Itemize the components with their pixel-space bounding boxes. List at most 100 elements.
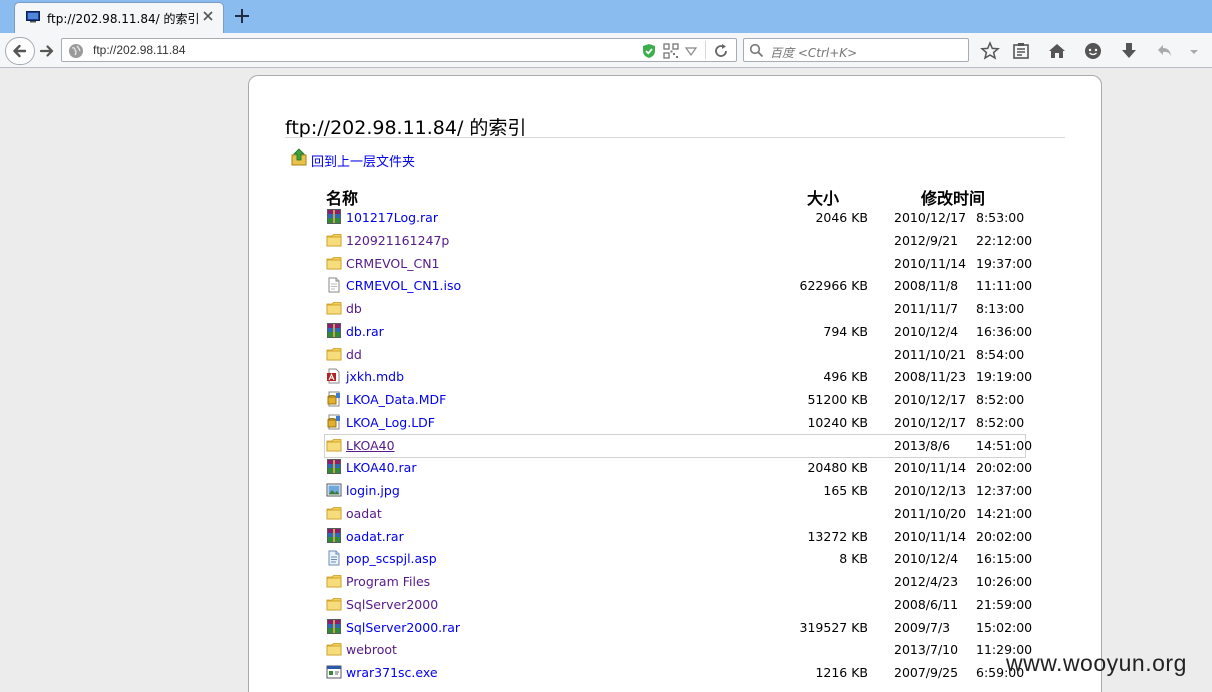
folder-icon[interactable]: [326, 437, 342, 453]
globe-icon: [69, 44, 83, 58]
dropdown-triangle-icon[interactable]: [684, 44, 698, 58]
back-button[interactable]: [5, 37, 35, 65]
file-name-link[interactable]: LKOA40: [346, 438, 395, 453]
generic-file-icon[interactable]: [326, 277, 342, 293]
file-name-link[interactable]: SqlServer2000.rar: [346, 620, 460, 635]
file-row[interactable]: CRMEVOL_CN1 2010/11/14 19:37:00: [325, 253, 1032, 275]
file-row[interactable]: 120921161247p 2012/9/21 22:12:00: [325, 230, 1032, 252]
file-name-link[interactable]: LKOA40.rar: [346, 460, 416, 475]
file-date: 2013/8/6: [894, 438, 951, 453]
access-db-icon[interactable]: [326, 368, 342, 384]
file-time: 14:51:00: [976, 438, 1033, 453]
folder-icon[interactable]: [326, 641, 342, 657]
column-header-modified[interactable]: 修改时间: [921, 185, 985, 209]
rar-archive-icon[interactable]: [326, 619, 342, 635]
parent-directory-label[interactable]: 回到上一层文件夹: [311, 151, 415, 170]
rar-archive-icon[interactable]: [326, 323, 342, 339]
file-name-link[interactable]: oadat: [346, 506, 382, 521]
rar-archive-icon[interactable]: [326, 459, 342, 475]
file-date: 2013/7/10: [894, 642, 959, 657]
file-row[interactable]: dd 2011/10/21 8:54:00: [325, 344, 1025, 366]
folder-icon[interactable]: [326, 255, 342, 271]
url-text[interactable]: ftp://202.98.11.84: [93, 43, 186, 57]
file-name-link[interactable]: pop_scspjl.asp: [346, 551, 437, 566]
undo-icon[interactable]: [1155, 41, 1175, 61]
close-tab-icon[interactable]: [200, 8, 216, 24]
rar-archive-icon[interactable]: [326, 528, 342, 544]
active-tab[interactable]: ftp://202.98.11.84/ 的索引: [14, 2, 224, 33]
url-bar[interactable]: ftp://202.98.11.84: [61, 38, 737, 62]
file-name-link[interactable]: webroot: [346, 642, 397, 657]
file-row[interactable]: LKOA_Log.LDF 10240 KB 2010/12/17 8:52:00: [325, 412, 1025, 434]
file-name-link[interactable]: dd: [346, 347, 362, 362]
menu-dropdown-icon[interactable]: [1184, 41, 1204, 61]
file-date: 2012/9/21: [894, 233, 959, 248]
database-file-icon[interactable]: [326, 414, 342, 430]
search-bar[interactable]: 百度 <Ctrl+K>: [743, 38, 969, 62]
reload-icon[interactable]: [713, 43, 729, 59]
new-tab-icon[interactable]: [232, 6, 252, 26]
file-time: 21:59:00: [976, 597, 1033, 612]
file-row[interactable]: db 2011/11/7 8:13:00: [325, 298, 1025, 320]
file-name-link[interactable]: db.rar: [346, 324, 384, 339]
rar-archive-icon[interactable]: [326, 209, 342, 225]
file-row[interactable]: LKOA40 2013/8/6 14:51:00: [324, 434, 1032, 458]
exe-file-icon[interactable]: [326, 664, 342, 680]
file-row[interactable]: CRMEVOL_CN1.iso 622966 KB 2008/11/8 11:11:0…: [325, 275, 1032, 297]
file-date: 2008/11/23: [894, 369, 967, 384]
folder-icon[interactable]: [326, 346, 342, 362]
file-name-link[interactable]: LKOA_Data.MDF: [346, 392, 446, 407]
file-name-link[interactable]: CRMEVOL_CN1.iso: [346, 278, 461, 293]
shield-icon[interactable]: [641, 43, 657, 59]
folder-icon[interactable]: [326, 300, 342, 316]
file-name-link[interactable]: db: [346, 301, 362, 316]
file-row[interactable]: LKOA40.rar 20480 KB 2010/11/14 20:02:00: [325, 457, 1032, 479]
file-row[interactable]: LKOA_Data.MDF 51200 KB 2010/12/17 8:52:00: [325, 389, 1025, 411]
file-name-link[interactable]: 101217Log.rar: [346, 210, 438, 225]
file-row[interactable]: SqlServer2000.rar 319527 KB 2009/7/3 15:02:…: [325, 617, 1032, 639]
chat-face-icon[interactable]: [1083, 41, 1103, 61]
file-size: 51200 KB: [807, 392, 868, 407]
reading-list-icon[interactable]: [1011, 41, 1031, 61]
file-row[interactable]: login.jpg 165 KB 2010/12/13 12:37:00: [325, 480, 1032, 502]
file-name-link[interactable]: wrar371sc.exe: [346, 665, 438, 680]
file-time: 8:52:00: [976, 392, 1025, 407]
file-row[interactable]: webroot 2013/7/10 11:29:00: [325, 639, 1032, 661]
column-header-size[interactable]: 大小: [807, 185, 839, 209]
column-header-name[interactable]: 名称: [326, 185, 358, 209]
file-row[interactable]: jxkh.mdb 496 KB 2008/11/23 19:19:00: [325, 366, 1032, 388]
file-row[interactable]: SqlServer2000 2008/6/11 21:59:00: [325, 594, 1032, 616]
folder-icon[interactable]: [326, 596, 342, 612]
file-date: 2010/11/14: [894, 460, 967, 475]
folder-icon[interactable]: [326, 505, 342, 521]
home-icon[interactable]: [1047, 41, 1067, 61]
folder-icon[interactable]: [326, 573, 342, 589]
file-row[interactable]: pop_scspjl.asp 8 KB 2010/12/4 16:15:00: [325, 548, 1032, 570]
file-row[interactable]: oadat.rar 13272 KB 2010/11/14 20:02:00: [325, 526, 1032, 548]
forward-arrow-icon[interactable]: [38, 42, 56, 60]
download-icon[interactable]: [1119, 41, 1139, 61]
file-date: 2012/4/23: [894, 574, 959, 589]
script-file-icon[interactable]: [326, 550, 342, 566]
database-file-icon[interactable]: [326, 391, 342, 407]
bookmark-star-icon[interactable]: [980, 41, 1000, 61]
folder-icon[interactable]: [326, 232, 342, 248]
file-name-link[interactable]: jxkh.mdb: [346, 369, 404, 384]
file-row[interactable]: Program Files 2012/4/23 10:26:00: [325, 571, 1032, 593]
image-file-icon[interactable]: [326, 482, 342, 498]
file-name-link[interactable]: oadat.rar: [346, 529, 404, 544]
file-name-link[interactable]: 120921161247p: [346, 233, 449, 248]
file-name-link[interactable]: SqlServer2000: [346, 597, 438, 612]
file-row[interactable]: 101217Log.rar 2046 KB 2010/12/17 8:53:00: [325, 207, 1025, 229]
file-name-link[interactable]: CRMEVOL_CN1: [346, 256, 440, 271]
file-name-link[interactable]: login.jpg: [346, 483, 400, 498]
file-size: 622966 KB: [799, 278, 868, 293]
qr-code-icon[interactable]: [663, 43, 679, 59]
file-row[interactable]: wrar371sc.exe 1216 KB 2007/9/25 6:59:00: [325, 662, 1025, 684]
file-name-link[interactable]: Program Files: [346, 574, 430, 589]
file-row[interactable]: oadat 2011/10/20 14:21:00: [325, 503, 1032, 525]
file-date: 2010/12/4: [894, 324, 959, 339]
file-name-link[interactable]: LKOA_Log.LDF: [346, 415, 435, 430]
file-time: 20:02:00: [976, 460, 1033, 475]
file-row[interactable]: db.rar 794 KB 2010/12/4 16:36:00: [325, 321, 1032, 343]
